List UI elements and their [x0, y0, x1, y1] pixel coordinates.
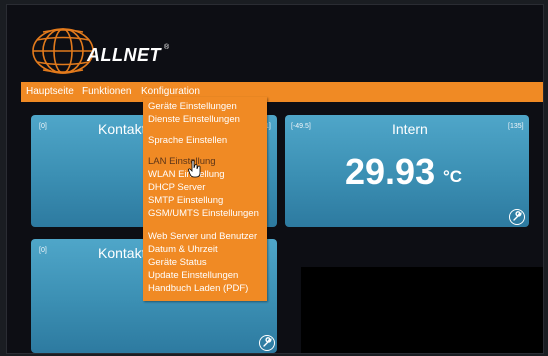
menu-item-datum-uhrzeit[interactable]: Datum & Uhrzeit: [148, 244, 218, 255]
tile-title: Intern: [392, 121, 428, 137]
allnet-logo[interactable]: ALLNET ®: [29, 21, 169, 85]
menu-item-lan-einstellung[interactable]: LAN Einstellung: [148, 156, 216, 167]
wrench-icon[interactable]: [509, 209, 525, 225]
menu-item-dienste-einstellungen[interactable]: Dienste Einstellungen: [148, 114, 240, 125]
nav-hauptseite[interactable]: Hauptseite: [26, 86, 74, 97]
nav-konfiguration[interactable]: Konfiguration: [141, 86, 200, 97]
logo-text: ALLNET: [87, 45, 161, 65]
app-window: ALLNET ® Hauptseite Funktionen Konfigura…: [6, 4, 544, 354]
empty-panel: [301, 267, 543, 353]
menu-item-web-server-benutzer[interactable]: Web Server und Benutzer: [148, 231, 257, 242]
temperature-unit: °C: [443, 167, 463, 186]
menu-item-geraete-status[interactable]: Geräte Status: [148, 257, 207, 268]
main-navbar: Hauptseite Funktionen Konfiguration: [21, 82, 543, 102]
registered-mark: ®: [164, 44, 170, 51]
tile-tag-left: [0]: [39, 247, 47, 254]
menu-item-update-einstellungen[interactable]: Update Einstellungen: [148, 270, 238, 281]
tile-tag-left: [-49.5]: [291, 123, 311, 130]
menu-item-geraete-einstellungen[interactable]: Geräte Einstellungen: [148, 101, 237, 112]
menu-item-sprache-einstellen[interactable]: Sprache Einstellen: [148, 135, 227, 146]
tile-tag-right: [135]: [508, 123, 524, 130]
temperature-value: 29.93: [345, 151, 436, 192]
konfiguration-dropdown: Geräte Einstellungen Dienste Einstellung…: [143, 97, 267, 301]
menu-item-smtp-einstellung[interactable]: SMTP Einstellung: [148, 195, 223, 206]
nav-funktionen[interactable]: Funktionen: [82, 86, 131, 97]
tile-title: Kontakt: [98, 245, 146, 261]
menu-item-handbuch-laden[interactable]: Handbuch Laden (PDF): [148, 283, 248, 294]
wrench-icon[interactable]: [259, 335, 275, 351]
menu-item-dhcp-server[interactable]: DHCP Server: [148, 182, 205, 193]
menu-item-gsm-umts-einstellungen[interactable]: GSM/UMTS Einstellungen: [148, 208, 259, 219]
tile-tag-left: [0]: [39, 123, 47, 130]
tile-title: Kontakt: [98, 121, 146, 137]
hand-cursor-icon: [188, 160, 201, 178]
tile-intern[interactable]: [-49.5] Intern [135] 29.93 °C: [285, 115, 529, 227]
